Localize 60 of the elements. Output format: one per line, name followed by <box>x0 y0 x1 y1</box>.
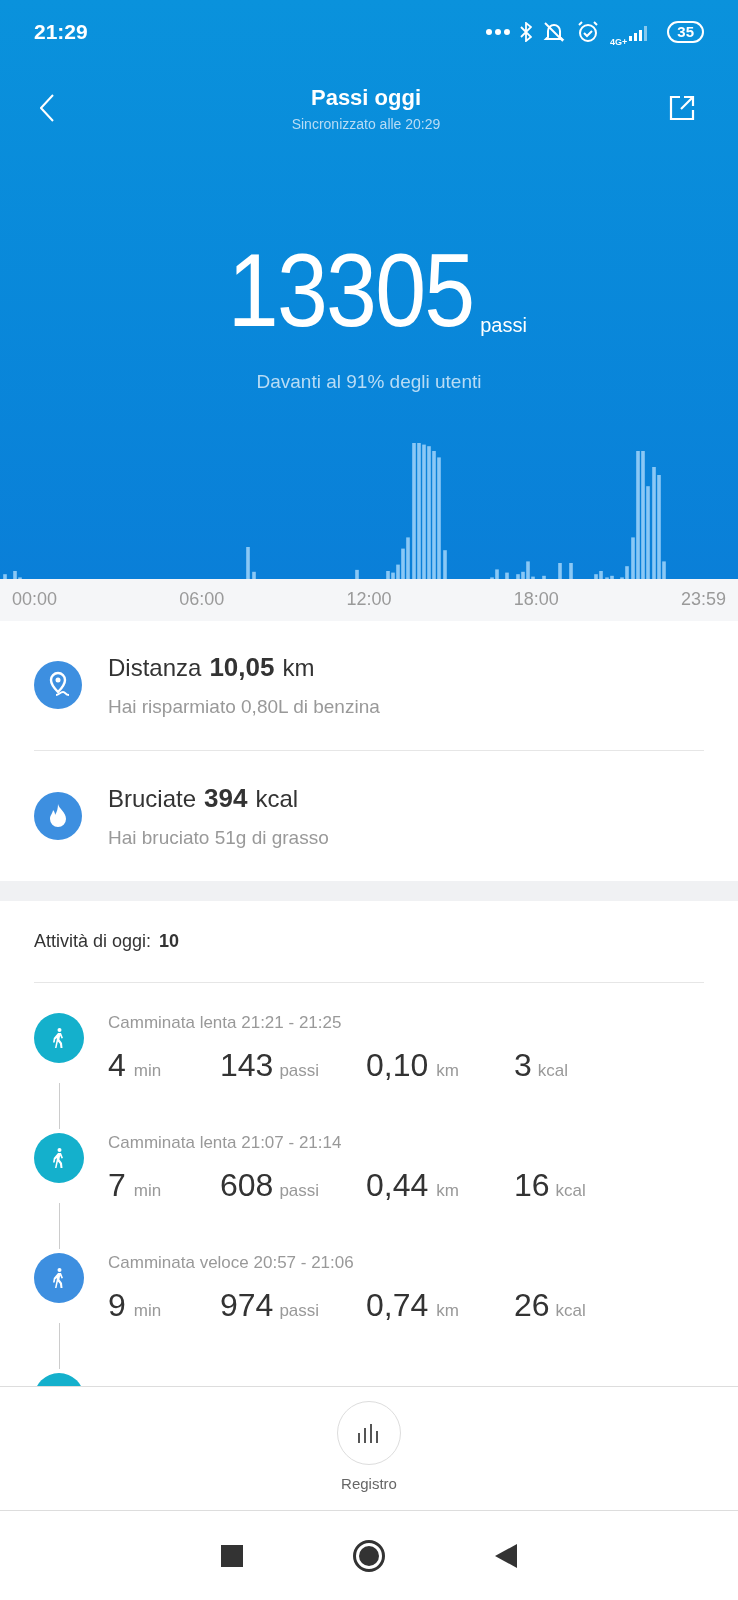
activity-title: Camminata lenta 21:21 - 21:25 <box>108 1012 343 1033</box>
activity-duration: 4 <box>108 1045 126 1085</box>
location-pin-icon <box>34 661 82 709</box>
activity-distance: 0,74 <box>366 1285 429 1325</box>
duration-unit: min <box>133 1179 162 1202</box>
bluetooth-icon <box>520 22 533 42</box>
activity-title: Camminata lenta 21:07 - 21:14 <box>108 1132 343 1153</box>
back-nav-icon[interactable] <box>495 1543 517 1568</box>
duration-unit: min <box>133 1059 162 1082</box>
stat-note: Hai risparmiato 0,80L di benzina <box>108 695 380 720</box>
status-time: 21:29 <box>34 19 88 46</box>
log-tab-label: Registro <box>341 1474 397 1495</box>
network-label: 4G+ <box>610 37 628 47</box>
activities-label: Attività di oggi: <box>34 929 152 953</box>
stat-label: Bruciate <box>108 783 197 814</box>
stat-note: Hai bruciato 51g di grasso <box>108 825 329 850</box>
duration-unit: min <box>133 1299 162 1322</box>
activity-duration: 9 <box>108 1285 126 1325</box>
activity-steps: 974 <box>220 1280 274 1329</box>
activity-duration: 7 <box>108 1165 126 1205</box>
steps-unit: passi <box>279 1059 320 1082</box>
more-dots-icon <box>486 29 511 35</box>
sync-subtitle: Sincronizzato alle 20:29 <box>291 115 441 134</box>
stat-unit: kcal <box>255 783 299 814</box>
home-button[interactable] <box>353 1539 385 1572</box>
activities-count: 10 <box>159 929 180 953</box>
activity-distance: 0,44 <box>366 1165 429 1205</box>
axis-label: 18:00 <box>513 588 559 611</box>
activity-distance: 0,10 <box>366 1045 429 1085</box>
step-count: 13305 <box>227 238 474 342</box>
stat-value: 10,05 <box>209 651 275 685</box>
activity-calories: 3 <box>514 1045 532 1085</box>
distance-unit: km <box>436 1179 459 1202</box>
steps-unit: passi <box>480 313 527 338</box>
activity-calories: 26 <box>514 1285 550 1325</box>
axis-label: 00:00 <box>12 588 58 611</box>
activity-title: Camminata veloce 20:57 - 21:06 <box>108 1252 355 1273</box>
activity-steps: 143 <box>220 1040 274 1089</box>
calories-unit: kcal <box>555 1179 586 1202</box>
distance-unit: km <box>436 1059 459 1082</box>
stat-value: 394 <box>204 781 248 815</box>
page-title: Passi oggi <box>310 84 421 112</box>
flame-icon <box>34 791 82 840</box>
calories-unit: kcal <box>555 1299 586 1322</box>
muted-bell-icon <box>542 20 567 44</box>
axis-label: 06:00 <box>179 588 225 611</box>
calories-unit: kcal <box>537 1059 569 1082</box>
steps-unit: passi <box>279 1299 320 1322</box>
stat-label: Distanza <box>108 653 202 684</box>
rank-text: Davanti al 91% degli utenti <box>256 370 482 394</box>
axis-label: 23:59 <box>680 588 726 611</box>
steps-unit: passi <box>279 1179 320 1202</box>
activity-steps: 608 <box>220 1160 274 1209</box>
stat-unit: km <box>282 653 315 684</box>
recents-button[interactable] <box>221 1544 243 1567</box>
bar-chart-icon <box>357 1423 381 1444</box>
battery-indicator: 35 <box>667 21 704 43</box>
activity-calories: 16 <box>514 1165 550 1205</box>
axis-label: 12:00 <box>346 588 392 611</box>
distance-unit: km <box>436 1299 459 1322</box>
